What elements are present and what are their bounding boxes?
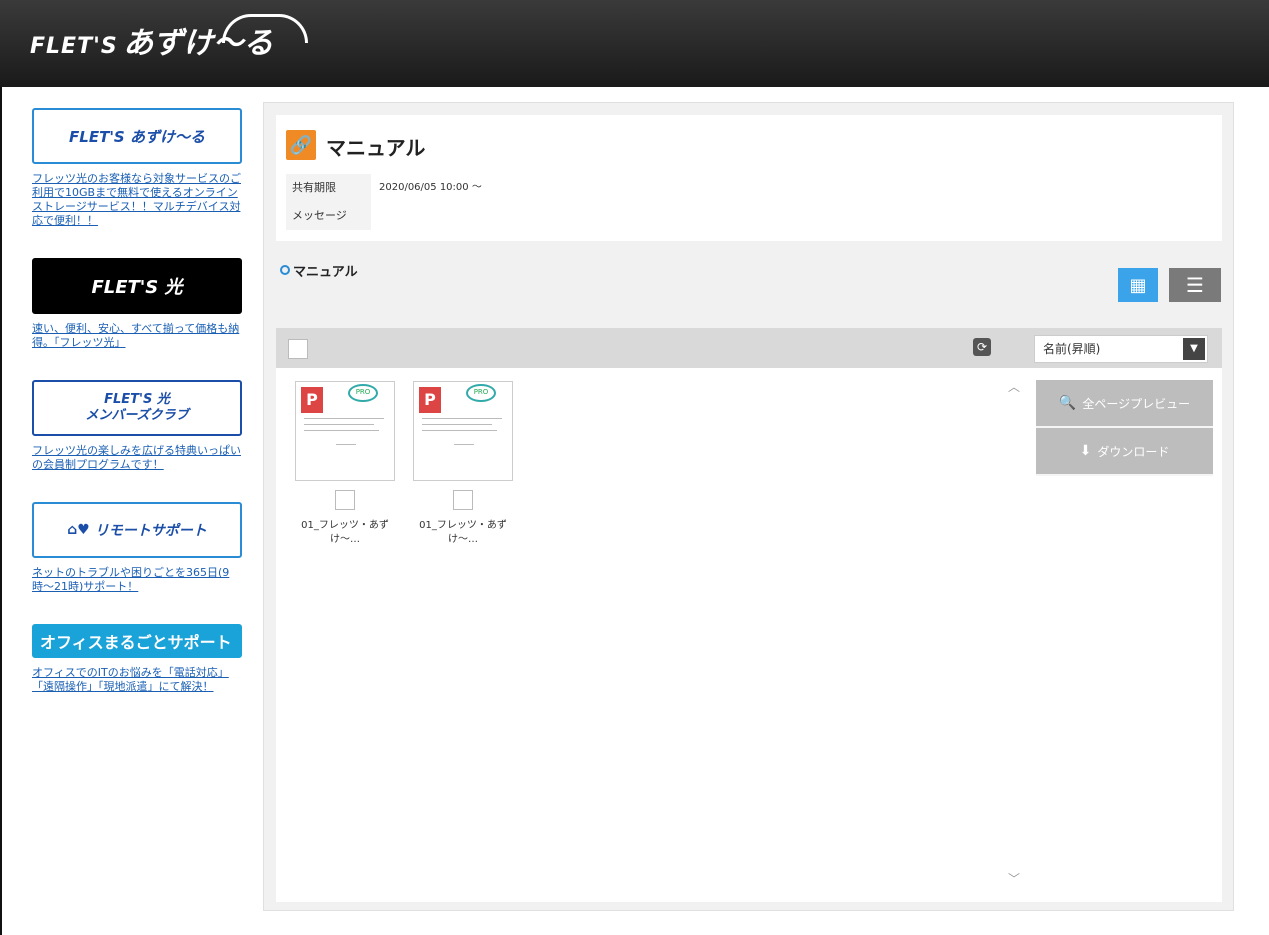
list-view-button[interactable]: ☰ — [1169, 268, 1221, 302]
powerpoint-icon: P — [301, 387, 323, 413]
list-icon: ☰ — [1186, 273, 1204, 297]
share-info-card: 🔗 マニュアル 共有期限 2020/06/05 10:00 〜 メッセージ — [276, 115, 1222, 241]
banner-label: FLET'S 光 — [104, 392, 170, 407]
file-toolbar: ⟳ 名前(昇順) ▼ — [276, 328, 1222, 368]
banner-link-members-club[interactable]: フレッツ光の楽しみを広げる特典いっぱいの会員制プログラムです！ — [32, 444, 242, 472]
page-title: マニュアル — [326, 136, 426, 160]
file-thumbnail[interactable]: P PRO — [295, 381, 395, 481]
banner-remote-support[interactable]: ⌂♥ リモートサポート — [32, 502, 242, 558]
top-bar: FLET'S あずけ〜る — [0, 0, 1269, 87]
grid-icon: ▦ — [1129, 274, 1147, 296]
banner-link-office-support[interactable]: オフィスでのITのお悩みを「電話対応」「遠隔操作」「現地派遣」にて解決！ — [32, 666, 242, 694]
preview-icon: 🔍 — [1058, 395, 1077, 411]
file-thumbnail[interactable]: P PRO — [413, 381, 513, 481]
powerpoint-icon: P — [419, 387, 441, 413]
scroll-down-icon[interactable]: ﹀ — [1008, 870, 1020, 887]
cloud-icon — [222, 14, 308, 43]
pro-badge: PRO — [466, 384, 496, 402]
breadcrumb[interactable]: マニュアル — [280, 261, 358, 280]
banner-flets-hikari[interactable]: FLET'S 光 — [32, 258, 242, 314]
preview-all-button[interactable]: 🔍 全ページプレビュー — [1036, 380, 1213, 428]
download-button[interactable]: ⬇ ダウンロード — [1036, 428, 1213, 476]
banner-link-flets-hikari[interactable]: 速い、便利、安心、すべて揃って価格も納得。「フレッツ光」 — [32, 322, 242, 350]
banner-link-azukeru[interactable]: フレッツ光のお客様なら対象サービスのご利用で10GBまで無料で使えるオンラインス… — [32, 172, 242, 228]
select-all-checkbox[interactable] — [288, 339, 308, 359]
banner-label: FLET'S 光 — [91, 277, 183, 298]
banner-members-club[interactable]: FLET'S 光 メンバーズクラブ — [32, 380, 242, 436]
preview-label: 全ページプレビュー — [1082, 396, 1191, 411]
file-item[interactable]: P PRO 01_フレッツ・あず け〜… — [413, 381, 513, 547]
file-name: 01_フレッツ・あず け〜… — [419, 520, 507, 545]
logo-en: FLET'S — [30, 34, 118, 59]
download-icon: ⬇ — [1079, 443, 1092, 459]
sort-select[interactable]: 名前(昇順) ▼ — [1034, 335, 1208, 363]
banner-office-support[interactable]: オフィスまるごとサポート — [32, 624, 242, 658]
refresh-button[interactable]: ⟳ — [973, 338, 991, 356]
file-checkbox[interactable] — [335, 490, 355, 510]
message-label: メッセージ — [286, 202, 371, 230]
download-label: ダウンロード — [1097, 444, 1170, 459]
banner-label: FLET'S あずけ〜る — [69, 127, 205, 146]
main-panel: 🔗 マニュアル 共有期限 2020/06/05 10:00 〜 メッセージ マニ… — [263, 102, 1234, 911]
file-checkbox[interactable] — [453, 490, 473, 510]
home-heart-icon: ⌂♥ — [67, 522, 95, 538]
pro-badge: PRO — [348, 384, 378, 402]
sidebar: FLET'S あずけ〜る フレッツ光のお客様なら対象サービスのご利用で10GBま… — [32, 108, 242, 724]
file-name: 01_フレッツ・あず け〜… — [301, 520, 389, 545]
banner-label: オフィスまるごとサポート — [40, 633, 232, 652]
period-label: 共有期限 — [286, 174, 371, 202]
file-item[interactable]: P PRO 01_フレッツ・あず け〜… — [295, 381, 395, 547]
period-value: 2020/06/05 10:00 〜 — [379, 182, 482, 193]
file-area: P PRO 01_フレッツ・あず け〜… P PRO 01_フレッツ・あず け〜… — [276, 368, 1222, 902]
banner-label-2: メンバーズクラブ — [85, 408, 189, 423]
action-panel: 🔍 全ページプレビュー ⬇ ダウンロード — [1036, 380, 1213, 476]
link-icon: 🔗 — [286, 130, 316, 160]
refresh-icon: ⟳ — [976, 340, 988, 354]
scroll-up-icon[interactable]: ︿ — [1008, 378, 1020, 395]
grid-view-button[interactable]: ▦ — [1118, 268, 1158, 302]
sort-value: 名前(昇順) — [1043, 342, 1101, 356]
breadcrumb-folder: マニュアル — [293, 265, 358, 280]
folder-bullet-icon — [280, 265, 290, 275]
banner-label: リモートサポート — [94, 523, 207, 539]
chevron-down-icon[interactable]: ▼ — [1183, 338, 1205, 360]
banner-azukeru[interactable]: FLET'S あずけ〜る — [32, 108, 242, 164]
banner-link-remote-support[interactable]: ネットのトラブルや困りごとを365日(9時〜21時)サポート！ — [32, 566, 242, 594]
